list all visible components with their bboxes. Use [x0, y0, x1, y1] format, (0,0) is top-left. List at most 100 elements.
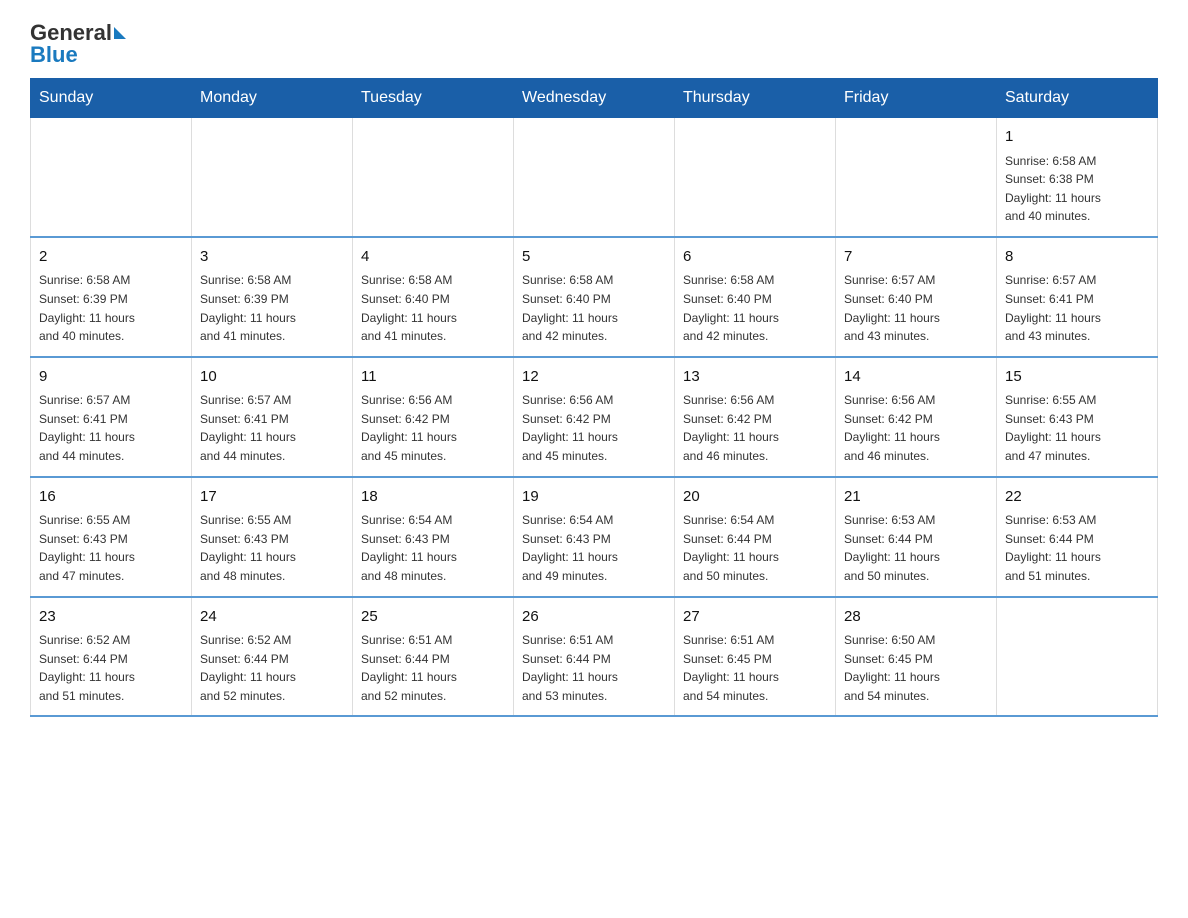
day-number: 21 — [844, 486, 988, 509]
day-info: Sunrise: 6:57 AM Sunset: 6:41 PM Dayligh… — [39, 391, 183, 465]
calendar-cell: 9Sunrise: 6:57 AM Sunset: 6:41 PM Daylig… — [31, 357, 192, 477]
calendar-week-row: 1 Sunrise: 6:58 AM Sunset: 6:38 PM Daylig… — [31, 118, 1158, 237]
calendar-table: SundayMondayTuesdayWednesdayThursdayFrid… — [30, 78, 1158, 717]
day-info: Sunrise: 6:56 AM Sunset: 6:42 PM Dayligh… — [844, 391, 988, 465]
calendar-week-row: 16Sunrise: 6:55 AM Sunset: 6:43 PM Dayli… — [31, 477, 1158, 597]
day-number: 17 — [200, 486, 344, 509]
calendar-cell: 10Sunrise: 6:57 AM Sunset: 6:41 PM Dayli… — [192, 357, 353, 477]
day-number: 28 — [844, 606, 988, 629]
day-info: Sunrise: 6:55 AM Sunset: 6:43 PM Dayligh… — [200, 511, 344, 585]
weekday-header-friday: Friday — [836, 79, 997, 118]
logo-blue-text: Blue — [30, 42, 126, 68]
day-info: Sunrise: 6:54 AM Sunset: 6:43 PM Dayligh… — [522, 511, 666, 585]
day-info: Sunrise: 6:57 AM Sunset: 6:41 PM Dayligh… — [200, 391, 344, 465]
day-number: 22 — [1005, 486, 1149, 509]
day-info: Sunrise: 6:58 AM Sunset: 6:38 PM Dayligh… — [1005, 152, 1149, 226]
day-number: 2 — [39, 246, 183, 269]
calendar-cell — [31, 118, 192, 237]
day-info: Sunrise: 6:56 AM Sunset: 6:42 PM Dayligh… — [522, 391, 666, 465]
day-info: Sunrise: 6:53 AM Sunset: 6:44 PM Dayligh… — [844, 511, 988, 585]
calendar-cell: 5Sunrise: 6:58 AM Sunset: 6:40 PM Daylig… — [514, 237, 675, 357]
calendar-cell — [514, 118, 675, 237]
day-number: 13 — [683, 366, 827, 389]
calendar-cell: 14Sunrise: 6:56 AM Sunset: 6:42 PM Dayli… — [836, 357, 997, 477]
calendar-cell: 4Sunrise: 6:58 AM Sunset: 6:40 PM Daylig… — [353, 237, 514, 357]
day-number: 23 — [39, 606, 183, 629]
day-info: Sunrise: 6:57 AM Sunset: 6:41 PM Dayligh… — [1005, 271, 1149, 345]
day-number: 7 — [844, 246, 988, 269]
day-info: Sunrise: 6:58 AM Sunset: 6:39 PM Dayligh… — [39, 271, 183, 345]
calendar-cell: 18Sunrise: 6:54 AM Sunset: 6:43 PM Dayli… — [353, 477, 514, 597]
calendar-cell: 28Sunrise: 6:50 AM Sunset: 6:45 PM Dayli… — [836, 597, 997, 717]
calendar-cell: 13Sunrise: 6:56 AM Sunset: 6:42 PM Dayli… — [675, 357, 836, 477]
calendar-cell: 1 Sunrise: 6:58 AM Sunset: 6:38 PM Daylig… — [997, 118, 1158, 237]
day-number: 10 — [200, 366, 344, 389]
calendar-cell: 26Sunrise: 6:51 AM Sunset: 6:44 PM Dayli… — [514, 597, 675, 717]
weekday-header-row: SundayMondayTuesdayWednesdayThursdayFrid… — [31, 79, 1158, 118]
calendar-cell: 20Sunrise: 6:54 AM Sunset: 6:44 PM Dayli… — [675, 477, 836, 597]
calendar-cell — [675, 118, 836, 237]
day-number: 18 — [361, 486, 505, 509]
calendar-cell — [353, 118, 514, 237]
calendar-cell — [192, 118, 353, 237]
day-number: 11 — [361, 366, 505, 389]
weekday-header-wednesday: Wednesday — [514, 79, 675, 118]
day-info: Sunrise: 6:52 AM Sunset: 6:44 PM Dayligh… — [39, 631, 183, 705]
weekday-header-saturday: Saturday — [997, 79, 1158, 118]
calendar-week-row: 23Sunrise: 6:52 AM Sunset: 6:44 PM Dayli… — [31, 597, 1158, 717]
calendar-cell: 6Sunrise: 6:58 AM Sunset: 6:40 PM Daylig… — [675, 237, 836, 357]
calendar-week-row: 2Sunrise: 6:58 AM Sunset: 6:39 PM Daylig… — [31, 237, 1158, 357]
day-info: Sunrise: 6:58 AM Sunset: 6:40 PM Dayligh… — [683, 271, 827, 345]
calendar-week-row: 9Sunrise: 6:57 AM Sunset: 6:41 PM Daylig… — [31, 357, 1158, 477]
day-info: Sunrise: 6:51 AM Sunset: 6:44 PM Dayligh… — [361, 631, 505, 705]
day-info: Sunrise: 6:53 AM Sunset: 6:44 PM Dayligh… — [1005, 511, 1149, 585]
day-number: 1 — [1005, 126, 1149, 149]
calendar-cell: 3Sunrise: 6:58 AM Sunset: 6:39 PM Daylig… — [192, 237, 353, 357]
calendar-cell: 27Sunrise: 6:51 AM Sunset: 6:45 PM Dayli… — [675, 597, 836, 717]
calendar-cell: 23Sunrise: 6:52 AM Sunset: 6:44 PM Dayli… — [31, 597, 192, 717]
calendar-cell: 19Sunrise: 6:54 AM Sunset: 6:43 PM Dayli… — [514, 477, 675, 597]
day-info: Sunrise: 6:58 AM Sunset: 6:40 PM Dayligh… — [361, 271, 505, 345]
calendar-cell: 21Sunrise: 6:53 AM Sunset: 6:44 PM Dayli… — [836, 477, 997, 597]
logo-triangle-icon — [114, 27, 126, 39]
day-info: Sunrise: 6:57 AM Sunset: 6:40 PM Dayligh… — [844, 271, 988, 345]
calendar-cell: 7Sunrise: 6:57 AM Sunset: 6:40 PM Daylig… — [836, 237, 997, 357]
calendar-cell: 2Sunrise: 6:58 AM Sunset: 6:39 PM Daylig… — [31, 237, 192, 357]
day-info: Sunrise: 6:54 AM Sunset: 6:43 PM Dayligh… — [361, 511, 505, 585]
day-info: Sunrise: 6:56 AM Sunset: 6:42 PM Dayligh… — [683, 391, 827, 465]
calendar-cell — [836, 118, 997, 237]
calendar-cell: 24Sunrise: 6:52 AM Sunset: 6:44 PM Dayli… — [192, 597, 353, 717]
weekday-header-sunday: Sunday — [31, 79, 192, 118]
day-number: 19 — [522, 486, 666, 509]
calendar-cell: 15Sunrise: 6:55 AM Sunset: 6:43 PM Dayli… — [997, 357, 1158, 477]
weekday-header-tuesday: Tuesday — [353, 79, 514, 118]
day-info: Sunrise: 6:55 AM Sunset: 6:43 PM Dayligh… — [39, 511, 183, 585]
day-info: Sunrise: 6:52 AM Sunset: 6:44 PM Dayligh… — [200, 631, 344, 705]
day-number: 4 — [361, 246, 505, 269]
calendar-cell: 17Sunrise: 6:55 AM Sunset: 6:43 PM Dayli… — [192, 477, 353, 597]
day-number: 3 — [200, 246, 344, 269]
day-number: 25 — [361, 606, 505, 629]
page-header: General Blue — [30, 20, 1158, 68]
day-number: 26 — [522, 606, 666, 629]
day-info: Sunrise: 6:51 AM Sunset: 6:44 PM Dayligh… — [522, 631, 666, 705]
day-number: 15 — [1005, 366, 1149, 389]
calendar-cell: 11Sunrise: 6:56 AM Sunset: 6:42 PM Dayli… — [353, 357, 514, 477]
calendar-cell: 16Sunrise: 6:55 AM Sunset: 6:43 PM Dayli… — [31, 477, 192, 597]
day-info: Sunrise: 6:50 AM Sunset: 6:45 PM Dayligh… — [844, 631, 988, 705]
day-number: 16 — [39, 486, 183, 509]
day-number: 6 — [683, 246, 827, 269]
day-info: Sunrise: 6:55 AM Sunset: 6:43 PM Dayligh… — [1005, 391, 1149, 465]
day-number: 14 — [844, 366, 988, 389]
day-info: Sunrise: 6:58 AM Sunset: 6:39 PM Dayligh… — [200, 271, 344, 345]
weekday-header-thursday: Thursday — [675, 79, 836, 118]
day-number: 12 — [522, 366, 666, 389]
day-info: Sunrise: 6:58 AM Sunset: 6:40 PM Dayligh… — [522, 271, 666, 345]
calendar-cell: 22Sunrise: 6:53 AM Sunset: 6:44 PM Dayli… — [997, 477, 1158, 597]
calendar-cell: 8Sunrise: 6:57 AM Sunset: 6:41 PM Daylig… — [997, 237, 1158, 357]
day-number: 27 — [683, 606, 827, 629]
day-number: 5 — [522, 246, 666, 269]
day-info: Sunrise: 6:54 AM Sunset: 6:44 PM Dayligh… — [683, 511, 827, 585]
day-number: 24 — [200, 606, 344, 629]
day-number: 20 — [683, 486, 827, 509]
